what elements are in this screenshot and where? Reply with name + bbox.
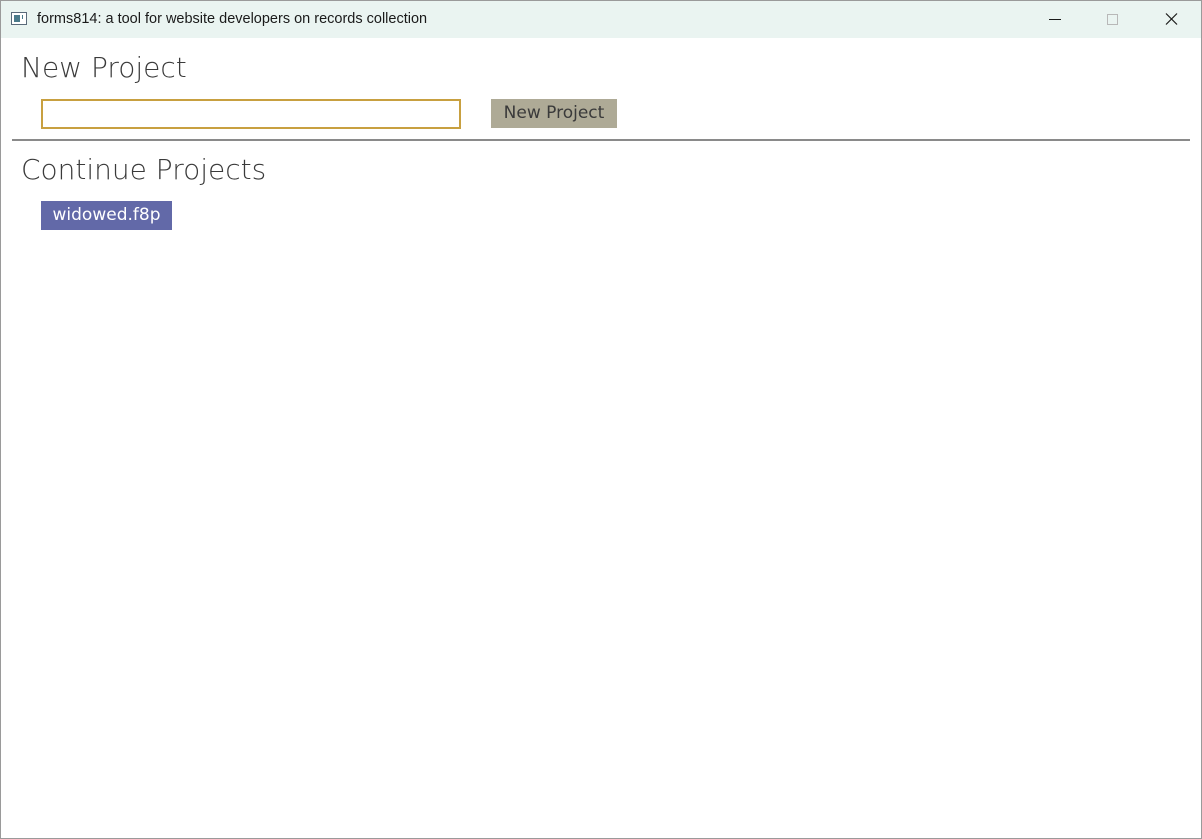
new-project-button[interactable]: New Project <box>491 99 617 128</box>
section-divider <box>12 139 1190 141</box>
window-title: forms814: a tool for website developers … <box>37 11 428 27</box>
title-bar[interactable]: forms814: a tool for website developers … <box>1 1 1201 38</box>
maximize-button[interactable] <box>1083 1 1141 38</box>
minimize-icon <box>1049 19 1061 20</box>
close-icon <box>1165 13 1178 25</box>
app-window-icon <box>11 12 27 25</box>
maximize-icon <box>1107 14 1118 25</box>
project-item-widowed[interactable]: widowed.f8p <box>41 201 172 230</box>
close-button[interactable] <box>1142 1 1200 38</box>
new-project-heading: New Project <box>21 51 187 84</box>
main-content: New Project New Project Continue Project… <box>1 38 1201 838</box>
project-name-input[interactable] <box>41 99 461 129</box>
minimize-button[interactable] <box>1025 1 1083 38</box>
app-window: forms814: a tool for website developers … <box>0 0 1202 839</box>
continue-projects-heading: Continue Projects <box>21 153 267 186</box>
